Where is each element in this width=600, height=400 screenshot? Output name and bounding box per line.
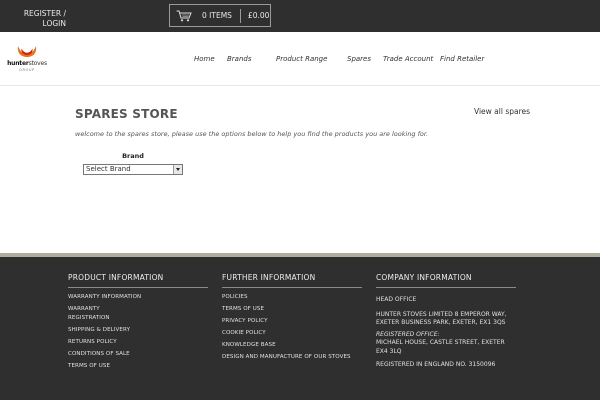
brand-select-value: Select Brand (86, 165, 131, 173)
nav-trade-account[interactable]: Trade Account (383, 55, 433, 63)
logo-subtitle: GROUP (19, 68, 35, 72)
footer-company-heading: COMPANY INFORMATION (376, 273, 516, 288)
cart-item-count: 0 ITEMS (202, 11, 232, 20)
footer-product-column: PRODUCT INFORMATION WARRANTY INFORMATION… (68, 273, 208, 372)
nav-home[interactable]: Home (194, 55, 215, 63)
registered-office-address: MICHAEL HOUSE, CASTLE STREET, EXETER EX4… (376, 339, 505, 355)
logo-word-bold: hunter (7, 60, 29, 67)
footer-link[interactable]: WARRANTY REGISTRATION (68, 305, 138, 323)
footer-further-links: POLICIES TERMS OF USE PRIVACY POLICY COO… (222, 291, 362, 363)
footer-link[interactable]: DESIGN AND MANUFACTURE OF OUR STOVES (222, 351, 362, 363)
footer-link[interactable]: TERMS OF USE (68, 360, 208, 372)
footer-company-column: COMPANY INFORMATION HEAD OFFICE HUNTER S… (376, 273, 516, 370)
intro-text: welcome to the spares store, please use … (75, 130, 429, 138)
nav-find-retailer[interactable]: Find Retailer (440, 55, 484, 63)
mini-cart[interactable]: 0 ITEMS £0.00 (169, 4, 271, 27)
logo-wordmark: hunterstoves (6, 60, 48, 67)
footer-further-column: FURTHER INFORMATION POLICIES TERMS OF US… (222, 273, 362, 363)
footer-further-heading: FURTHER INFORMATION (222, 273, 362, 288)
footer-link[interactable]: CONDITIONS OF SALE (68, 348, 208, 360)
head-office-address: HUNTER STOVES LIMITED 8 EMPEROR WAY, EXE… (376, 310, 507, 327)
footer-link[interactable]: SHIPPING & DELIVERY (68, 324, 208, 336)
registered-office-label: REGISTERED OFFICE: (376, 330, 440, 338)
nav-brands[interactable]: Brands (227, 55, 252, 63)
footer-link[interactable]: COOKIE POLICY (222, 327, 362, 339)
footer-product-links: WARRANTY INFORMATION WARRANTY REGISTRATI… (68, 291, 208, 372)
site-header: hunterstoves GROUP Home Brands Product R… (0, 32, 600, 86)
footer-link[interactable]: PRIVACY POLICY (222, 315, 362, 327)
logo-word-rest: stoves (28, 60, 48, 67)
login-link[interactable]: LOGIN (14, 19, 66, 29)
footer-link[interactable]: TERMS OF USE (222, 303, 362, 315)
view-all-spares-link[interactable]: View all spares (474, 107, 530, 116)
nav-product-range[interactable]: Product Range (276, 55, 327, 63)
account-links: REGISTER / LOGIN (14, 9, 66, 29)
hunter-stoves-logo[interactable]: hunterstoves GROUP (6, 44, 48, 74)
footer-link[interactable]: WARRANTY INFORMATION (68, 291, 208, 303)
top-bar: REGISTER / LOGIN 0 ITEMS £0.00 (0, 0, 600, 32)
site-footer: PRODUCT INFORMATION WARRANTY INFORMATION… (0, 257, 600, 400)
shopping-cart-icon (176, 10, 192, 21)
flame-logo-icon (17, 46, 37, 57)
head-office-label: HEAD OFFICE (376, 296, 417, 303)
footer-link[interactable]: RETURNS POLICY (68, 336, 208, 348)
page-title: SPARES STORE (75, 107, 178, 121)
register-link[interactable]: REGISTER / (14, 9, 66, 19)
cart-total: £0.00 (247, 11, 270, 20)
company-registration: REGISTERED IN ENGLAND NO. 3150096 (376, 361, 496, 368)
dropdown-arrow-icon[interactable] (173, 165, 182, 174)
brand-select[interactable]: Select Brand (83, 164, 183, 175)
nav-spares[interactable]: Spares (347, 55, 371, 63)
brand-label: Brand (122, 152, 144, 160)
footer-link[interactable]: KNOWLEDGE BASE (222, 339, 362, 351)
cart-divider (239, 8, 241, 23)
footer-product-heading: PRODUCT INFORMATION (68, 273, 208, 288)
footer-link[interactable]: POLICIES (222, 291, 362, 303)
